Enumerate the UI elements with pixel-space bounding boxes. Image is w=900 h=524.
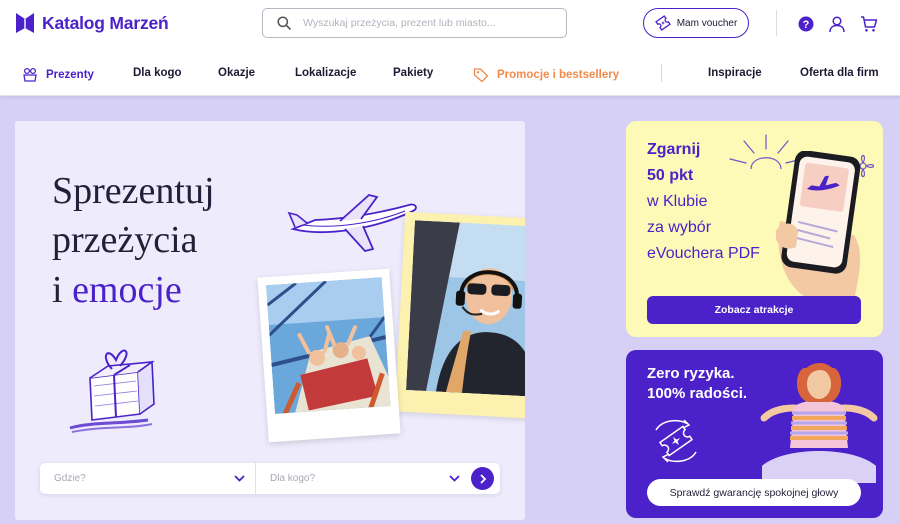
- location-select[interactable]: Gdzie?: [40, 463, 256, 494]
- logo-text: Katalog Marzeń: [42, 12, 169, 33]
- nav-item-inspiracje[interactable]: Inspiracje: [708, 67, 762, 79]
- check-guarantee-button[interactable]: Sprawdź gwarancję spokojnej głowy: [647, 479, 861, 506]
- search-box[interactable]: [262, 8, 567, 38]
- hero-title-line-1: Sprezentuj: [52, 170, 215, 212]
- help-icon[interactable]: ?: [797, 15, 815, 33]
- hero-title-accent: emocje: [72, 268, 182, 311]
- header-divider: [776, 10, 777, 36]
- nav-divider: [661, 64, 662, 82]
- gift-box-illustration: [69, 349, 155, 433]
- nav-item-promocje[interactable]: Promocje i bestsellery: [473, 67, 619, 82]
- recipient-placeholder: Dla kogo?: [270, 473, 316, 484]
- nav-item-prezenty[interactable]: Prezenty: [22, 67, 94, 82]
- search-submit-button[interactable]: [471, 467, 494, 490]
- chevron-right-icon: [480, 474, 486, 483]
- guarantee-card-text: Zero ryzyka. 100% radości.: [647, 365, 748, 402]
- nav-item-dla-kogo[interactable]: Dla kogo: [133, 67, 182, 79]
- voucher-button[interactable]: Mam voucher: [643, 8, 749, 38]
- cart-icon[interactable]: [860, 15, 878, 33]
- nav-item-oferta-dla-firm[interactable]: Oferta dla firm: [800, 67, 879, 79]
- photo-card-rollercoaster: [257, 268, 401, 443]
- rollercoaster-photo: [265, 277, 391, 414]
- nav-item-lokalizacje[interactable]: Lokalizacje: [295, 67, 356, 79]
- logo[interactable]: Katalog Marzeń: [15, 12, 169, 34]
- nav-item-okazje[interactable]: Okazje: [218, 67, 255, 79]
- user-icon[interactable]: [828, 15, 846, 33]
- chevron-down-icon: [234, 475, 245, 482]
- hero-banner: Sprezentuj przeżycia i emocje Gdzie? Dla…: [15, 121, 525, 520]
- voucher-label: Mam voucher: [676, 17, 738, 29]
- pilot-photo: [406, 220, 525, 398]
- nav-item-pakiety[interactable]: Pakiety: [393, 67, 433, 79]
- ticket-exchange-icon: [655, 419, 697, 463]
- ticket-icon: [654, 15, 671, 31]
- see-attractions-button[interactable]: Zobacz atrakcje: [647, 296, 861, 324]
- hero-title-line-2: przeżycia: [52, 219, 198, 262]
- chevron-down-icon: [449, 475, 460, 482]
- location-placeholder: Gdzie?: [54, 473, 86, 484]
- tag-icon: [473, 68, 489, 82]
- photo-card-pilot: [394, 211, 525, 421]
- recipient-select[interactable]: Dla kogo?: [256, 463, 470, 494]
- main-navigation: Prezenty Dla kogo Okazje Lokalizacje Pak…: [0, 52, 900, 96]
- search-icon: [277, 16, 291, 30]
- hero-title-line-3: i emocje: [52, 268, 182, 311]
- phone-in-hand-illustration: [776, 151, 861, 301]
- svg-text:?: ?: [803, 19, 810, 31]
- hero-title: Sprezentuj przeżycia i emocje: [52, 167, 215, 315]
- logo-icon: [16, 13, 34, 33]
- guarantee-card[interactable]: Zero ryzyka. 100% radości. Sprawdź gwara…: [626, 350, 883, 518]
- top-header: Katalog Marzeń Mam voucher ?: [0, 0, 900, 52]
- promo-card-evoucher[interactable]: Zgarnij 50 pkt w Klubie za wybór eVouche…: [626, 121, 883, 337]
- meditating-woman-illustration: [760, 363, 878, 483]
- gift-icon: [23, 67, 37, 82]
- search-input[interactable]: [303, 17, 543, 29]
- experience-filter-bar: Gdzie? Dla kogo?: [40, 463, 500, 494]
